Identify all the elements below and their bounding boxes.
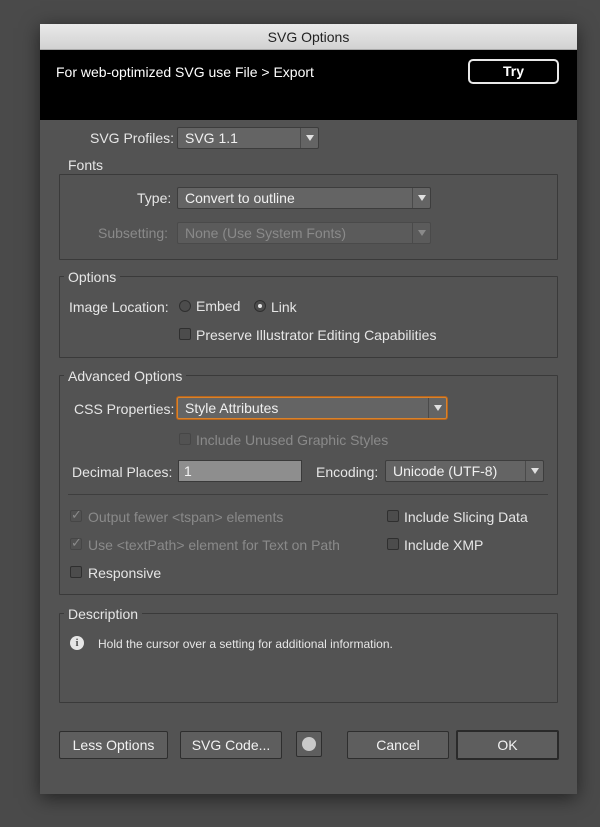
description-text: Hold the cursor over a setting for addit… [98,637,393,651]
options-legend: Options [64,269,121,285]
decimal-places-label: Decimal Places: [72,464,173,480]
advanced-options-legend: Advanced Options [64,368,187,384]
image-location-label: Image Location: [69,299,169,315]
include-unused-styles-checkbox[interactable] [179,433,191,445]
css-properties-select[interactable]: Style Attributes [177,397,447,419]
use-textpath-checkbox[interactable] [70,535,82,551]
window-title: SVG Options [40,24,577,50]
try-button[interactable]: Try [468,59,559,84]
chevron-down-icon [412,188,430,208]
options-group [59,276,558,358]
info-icon: i [70,636,84,650]
advanced-divider [68,494,548,495]
link-radio[interactable] [254,300,266,312]
chevron-down-icon [525,461,543,481]
embed-label: Embed [196,298,241,314]
preserve-editing-checkbox[interactable] [179,328,191,340]
export-banner: For web-optimized SVG use File > Export … [40,50,577,120]
globe-icon[interactable] [296,731,322,757]
fonts-legend: Fonts [64,157,108,173]
description-group [59,613,558,703]
css-properties-value: Style Attributes [185,400,279,416]
svg-code-button[interactable]: SVG Code... [180,731,282,759]
output-fewer-tspan-checkbox[interactable] [70,507,82,523]
subsetting-label: Subsetting: [98,225,169,241]
svg-profiles-value: SVG 1.1 [185,130,238,146]
font-type-select[interactable]: Convert to outline [177,187,431,209]
less-options-button[interactable]: Less Options [59,731,168,759]
font-type-value: Convert to outline [185,190,295,206]
output-fewer-tspan-label: Output fewer <tspan> elements [88,509,284,525]
include-unused-styles-label: Include Unused Graphic Styles [196,432,389,448]
preserve-editing-label: Preserve Illustrator Editing Capabilitie… [196,327,437,343]
responsive-checkbox[interactable] [70,566,82,578]
include-xmp-checkbox[interactable] [387,538,399,550]
encoding-value: Unicode (UTF-8) [393,463,498,479]
link-label: Link [271,299,297,315]
subsetting-select[interactable]: None (Use System Fonts) [177,222,431,244]
css-properties-label: CSS Properties: [74,401,175,417]
svg-options-dialog: SVG Options For web-optimized SVG use Fi… [40,24,577,794]
include-slicing-data-checkbox[interactable] [387,510,399,522]
encoding-label: Encoding: [316,464,379,480]
encoding-select[interactable]: Unicode (UTF-8) [385,460,544,482]
subsetting-value: None (Use System Fonts) [185,225,347,241]
font-type-label: Type: [137,190,172,206]
svg-profiles-label: SVG Profiles: [90,130,175,146]
banner-text: For web-optimized SVG use File > Export [56,64,314,80]
responsive-label: Responsive [88,565,162,581]
cancel-button[interactable]: Cancel [347,731,449,759]
use-textpath-label: Use <textPath> element for Text on Path [88,537,340,553]
embed-radio[interactable] [179,300,191,312]
decimal-places-input[interactable]: 1 [178,460,302,482]
chevron-down-icon [428,398,446,418]
description-legend: Description [64,606,143,622]
chevron-down-icon [412,223,430,243]
ok-button[interactable]: OK [456,730,559,760]
svg-profiles-select[interactable]: SVG 1.1 [177,127,319,149]
chevron-down-icon [300,128,318,148]
include-slicing-data-label: Include Slicing Data [404,509,528,525]
include-xmp-label: Include XMP [404,537,484,553]
